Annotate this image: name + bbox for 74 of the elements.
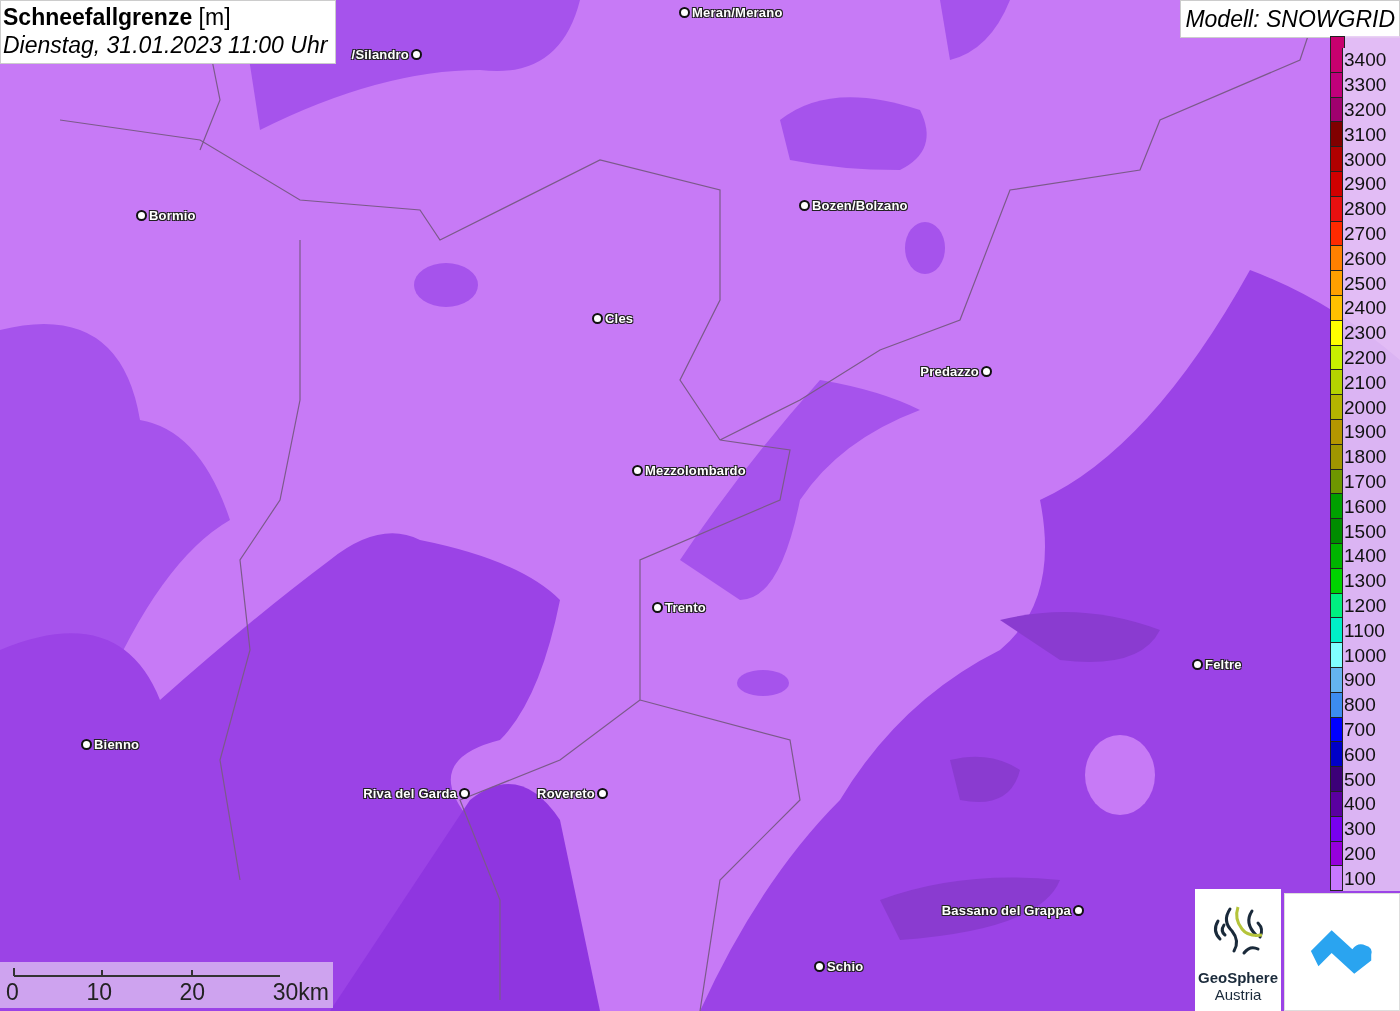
legend-value: 2800 xyxy=(1344,198,1387,221)
legend-value: 900 xyxy=(1344,669,1376,692)
legend-value: 3300 xyxy=(1344,74,1387,97)
legend-value: 2200 xyxy=(1344,346,1387,369)
town-marker-icon xyxy=(652,601,663,613)
town-label: Predazzo xyxy=(920,363,979,379)
legend-value: 1800 xyxy=(1344,446,1387,469)
legend-value: 1200 xyxy=(1344,594,1387,617)
legend-value: 2100 xyxy=(1344,371,1387,394)
roof-cloud-icon xyxy=(1309,928,1375,976)
town-label: Bassano del Grappa xyxy=(941,902,1071,918)
town-marker-icon xyxy=(981,365,992,377)
scale-label: 20 xyxy=(179,978,206,1006)
town-marker-icon xyxy=(136,209,147,221)
town-marker-icon xyxy=(592,312,603,324)
legend-value: 700 xyxy=(1344,718,1376,741)
legend-value: 2600 xyxy=(1344,247,1387,270)
unit-label: [m] xyxy=(198,4,231,30)
legend-value: 800 xyxy=(1344,694,1376,717)
town-marker-icon xyxy=(459,787,470,799)
logo-subtitle: Austria xyxy=(1214,986,1262,1003)
town-marker-icon xyxy=(799,199,810,211)
legend-value: 500 xyxy=(1344,768,1376,791)
legend-value: 300 xyxy=(1344,818,1376,841)
forecast-datetime: Dienstag, 31.01.2023 11:00 Uhr xyxy=(3,31,328,59)
legend-value: 3200 xyxy=(1344,99,1387,121)
legend-value: 2300 xyxy=(1344,322,1387,345)
legend-value: 1700 xyxy=(1344,470,1387,493)
town-marker-icon xyxy=(597,787,608,799)
model-label: Modell: SNOWGRID xyxy=(1180,0,1400,38)
legend-value: 200 xyxy=(1344,842,1376,865)
legend-value: 3100 xyxy=(1344,123,1387,146)
legend-value: 1400 xyxy=(1344,545,1387,568)
legend-value: 3400 xyxy=(1344,49,1387,72)
town-label: Bozen/Bolzano xyxy=(812,197,908,213)
town-label: Meran/Merano xyxy=(692,4,783,20)
legend-value: 1300 xyxy=(1344,570,1387,593)
legend-value: 600 xyxy=(1344,743,1376,766)
map-title: Schneefallgrenze xyxy=(3,4,193,30)
legend-value: 2400 xyxy=(1344,297,1387,320)
legend-value: 2900 xyxy=(1344,173,1387,196)
legend-value: 3000 xyxy=(1344,148,1387,171)
town-marker-icon xyxy=(679,6,690,18)
legend-value: 400 xyxy=(1344,793,1376,816)
town-marker-icon xyxy=(81,738,92,750)
town-label: Feltre xyxy=(1205,656,1242,672)
town-marker-icon xyxy=(411,48,422,60)
town-marker-icon xyxy=(1192,658,1203,670)
logo-title: GeoSphere xyxy=(1198,969,1278,986)
legend-value: 100 xyxy=(1344,867,1376,890)
town-label: Bienno xyxy=(94,736,140,752)
town-label: Mezzolombardo xyxy=(645,462,746,478)
scale-label: 30km xyxy=(272,978,329,1006)
legend-value: 2000 xyxy=(1344,396,1387,419)
town-marker-icon xyxy=(814,960,825,972)
scale-label: 0 xyxy=(6,978,19,1006)
legend-swatch xyxy=(1330,36,1345,48)
town-label: Riva del Garda xyxy=(363,785,457,801)
legend-value: 1500 xyxy=(1344,520,1387,543)
legend-value: 1000 xyxy=(1344,644,1387,667)
legend-value: 1900 xyxy=(1344,421,1387,444)
town-label: Rovereto xyxy=(537,785,595,801)
town-label: Cles xyxy=(605,310,634,326)
legend-value: 1600 xyxy=(1344,495,1387,518)
legend-value: 2700 xyxy=(1344,222,1387,245)
legend-value: 2500 xyxy=(1344,272,1387,295)
town-marker-icon xyxy=(1073,904,1084,916)
town-label: Trento xyxy=(665,599,706,615)
town-marker-icon xyxy=(632,464,643,476)
town-label: /Silandro xyxy=(351,46,409,62)
town-label: Schio xyxy=(827,958,864,974)
town-label: Bormio xyxy=(149,207,196,223)
scale-label: 10 xyxy=(86,978,112,1006)
legend-value: 1100 xyxy=(1344,619,1385,642)
